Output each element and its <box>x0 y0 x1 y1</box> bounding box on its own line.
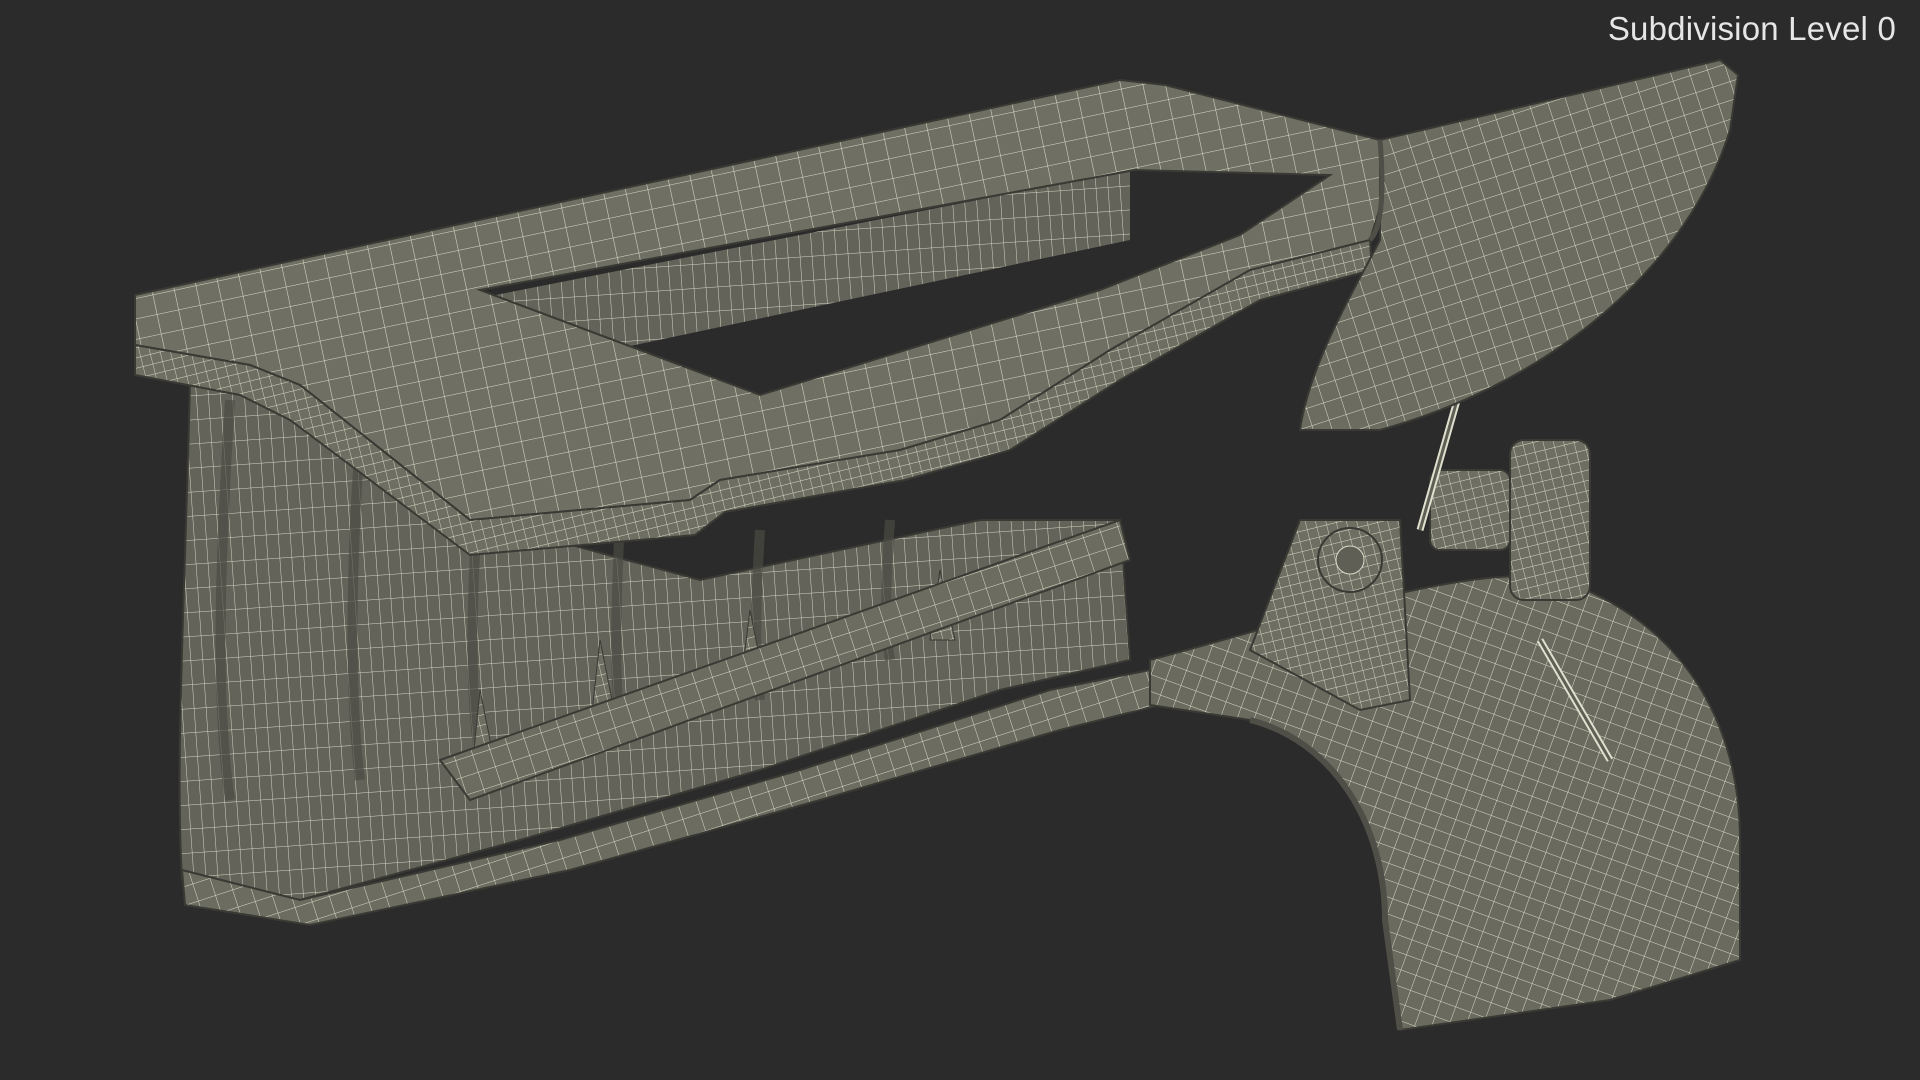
wireframe-model[interactable] <box>0 0 1920 1080</box>
subdivision-level-label: Subdivision Level 0 <box>1607 10 1896 47</box>
curved-runner <box>1149 575 1741 1032</box>
3d-viewport[interactable]: Subdivision Level 0 <box>0 0 1920 1080</box>
